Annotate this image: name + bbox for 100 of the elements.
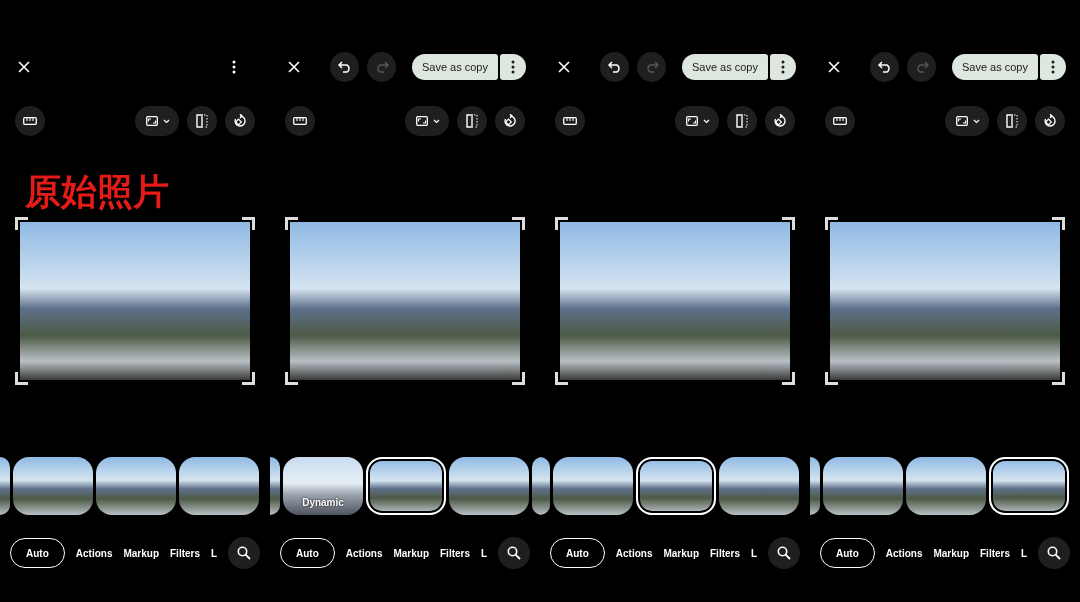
flip-button[interactable] bbox=[457, 106, 487, 136]
tab[interactable]: Actions bbox=[885, 538, 923, 568]
flip-button[interactable] bbox=[997, 106, 1027, 136]
tab[interactable]: L bbox=[751, 538, 758, 568]
rotate-icon bbox=[773, 114, 787, 128]
rotate-icon bbox=[503, 114, 517, 128]
close-icon bbox=[18, 61, 30, 73]
crop-handle[interactable] bbox=[285, 217, 298, 230]
thumbnail-placeholder[interactable] bbox=[906, 457, 986, 515]
aspect-ratio-icon bbox=[956, 116, 968, 126]
tab[interactable]: L bbox=[1021, 538, 1028, 568]
aspect-ratio-icon bbox=[146, 116, 158, 126]
tab[interactable]: Filters bbox=[980, 538, 1011, 568]
crop-handle[interactable] bbox=[555, 372, 568, 385]
caret-icon bbox=[973, 118, 980, 124]
undo-button[interactable] bbox=[870, 52, 900, 82]
tab[interactable]: Markup bbox=[393, 538, 429, 568]
crop-handle[interactable] bbox=[825, 217, 838, 230]
undo-button[interactable] bbox=[600, 52, 630, 82]
search-icon bbox=[237, 546, 251, 560]
aspect-ratio-button[interactable] bbox=[135, 106, 179, 136]
crop-handle[interactable] bbox=[1052, 217, 1065, 230]
thumbnail-placeholder[interactable] bbox=[823, 457, 903, 515]
more-icon bbox=[1051, 60, 1055, 74]
tab[interactable]: Markup bbox=[663, 538, 699, 568]
crop-handle[interactable] bbox=[242, 217, 255, 230]
flip-icon bbox=[736, 114, 748, 128]
tab[interactable]: Markup bbox=[123, 538, 159, 568]
aspect-ratio-button[interactable] bbox=[945, 106, 989, 136]
thumbnail-placeholder[interactable] bbox=[366, 457, 446, 515]
thumbnail-placeholder[interactable] bbox=[96, 457, 176, 515]
crop-handle[interactable] bbox=[15, 217, 28, 230]
tab[interactable]: Actions bbox=[345, 538, 383, 568]
crop-handle[interactable] bbox=[285, 372, 298, 385]
thumbnail-placeholder[interactable] bbox=[13, 457, 93, 515]
aspect-ratio-button[interactable] bbox=[675, 106, 719, 136]
crop-handle[interactable] bbox=[242, 372, 255, 385]
thumbnail-placeholder[interactable] bbox=[989, 457, 1069, 515]
rotate-button[interactable] bbox=[225, 106, 255, 136]
save-as-copy-button[interactable]: Save as copy bbox=[951, 54, 1038, 80]
close-button[interactable] bbox=[827, 60, 841, 74]
thumbnail-placeholder[interactable] bbox=[636, 457, 716, 515]
straighten-button[interactable] bbox=[15, 106, 45, 136]
redo-icon bbox=[374, 61, 389, 73]
crop-handle[interactable] bbox=[15, 372, 28, 385]
tab[interactable]: Actions bbox=[615, 538, 653, 568]
more-options-button[interactable] bbox=[770, 54, 796, 80]
thumbnail-placeholder[interactable] bbox=[0, 457, 10, 515]
tab[interactable]: L bbox=[481, 538, 488, 568]
rotate-button[interactable] bbox=[495, 106, 525, 136]
save-as-copy-button[interactable]: Save as copy bbox=[411, 54, 498, 80]
search-button[interactable] bbox=[498, 537, 530, 569]
close-button[interactable] bbox=[17, 60, 31, 74]
thumbnail-placeholder[interactable] bbox=[449, 457, 529, 515]
close-button[interactable] bbox=[287, 60, 301, 74]
aspect-ratio-button[interactable] bbox=[405, 106, 449, 136]
thumbnail-label: Dynamic bbox=[302, 497, 344, 508]
caret-icon bbox=[433, 118, 440, 124]
rotate-icon bbox=[233, 114, 247, 128]
rotate-button[interactable] bbox=[1035, 106, 1065, 136]
flip-button[interactable] bbox=[727, 106, 757, 136]
crop-handle[interactable] bbox=[782, 217, 795, 230]
tab[interactable]: L bbox=[211, 538, 218, 568]
thumbnail-placeholder[interactable] bbox=[179, 457, 259, 515]
tab[interactable]: Filters bbox=[710, 538, 741, 568]
aspect-ratio-icon bbox=[686, 116, 698, 126]
thumbnail-placeholder[interactable] bbox=[553, 457, 633, 515]
more-options-button[interactable] bbox=[1040, 54, 1066, 80]
close-button[interactable] bbox=[557, 60, 571, 74]
crop-handle[interactable] bbox=[512, 372, 525, 385]
tab[interactable]: Filters bbox=[170, 538, 201, 568]
search-button[interactable] bbox=[768, 537, 800, 569]
thumbnail-placeholder[interactable] bbox=[719, 457, 799, 515]
crop-handle[interactable] bbox=[782, 372, 795, 385]
rotate-button[interactable] bbox=[765, 106, 795, 136]
tab[interactable]: Actions bbox=[75, 538, 113, 568]
flip-icon bbox=[196, 114, 208, 128]
ruler-icon bbox=[293, 117, 307, 125]
crop-handle[interactable] bbox=[1052, 372, 1065, 385]
crop-handle[interactable] bbox=[555, 217, 568, 230]
save-as-copy-button[interactable]: Save as copy bbox=[681, 54, 768, 80]
undo-button[interactable] bbox=[330, 52, 360, 82]
thumbnail-placeholder[interactable] bbox=[810, 457, 820, 515]
close-icon bbox=[557, 61, 570, 73]
straighten-button[interactable] bbox=[555, 106, 585, 136]
thumbnail-placeholder[interactable]: Dynamic bbox=[283, 457, 363, 515]
search-button[interactable] bbox=[228, 537, 260, 569]
flip-button[interactable] bbox=[187, 106, 217, 136]
straighten-button[interactable] bbox=[285, 106, 315, 136]
thumbnail-placeholder[interactable] bbox=[270, 457, 280, 515]
tab[interactable]: Filters bbox=[440, 538, 471, 568]
more-icon bbox=[511, 60, 515, 74]
crop-handle[interactable] bbox=[512, 217, 525, 230]
search-icon bbox=[1047, 546, 1061, 560]
search-button[interactable] bbox=[1038, 537, 1070, 569]
tab[interactable]: Markup bbox=[933, 538, 969, 568]
more-options-button[interactable] bbox=[500, 54, 526, 80]
thumbnail-placeholder[interactable] bbox=[540, 457, 550, 515]
straighten-button[interactable] bbox=[825, 106, 855, 136]
crop-handle[interactable] bbox=[825, 372, 838, 385]
